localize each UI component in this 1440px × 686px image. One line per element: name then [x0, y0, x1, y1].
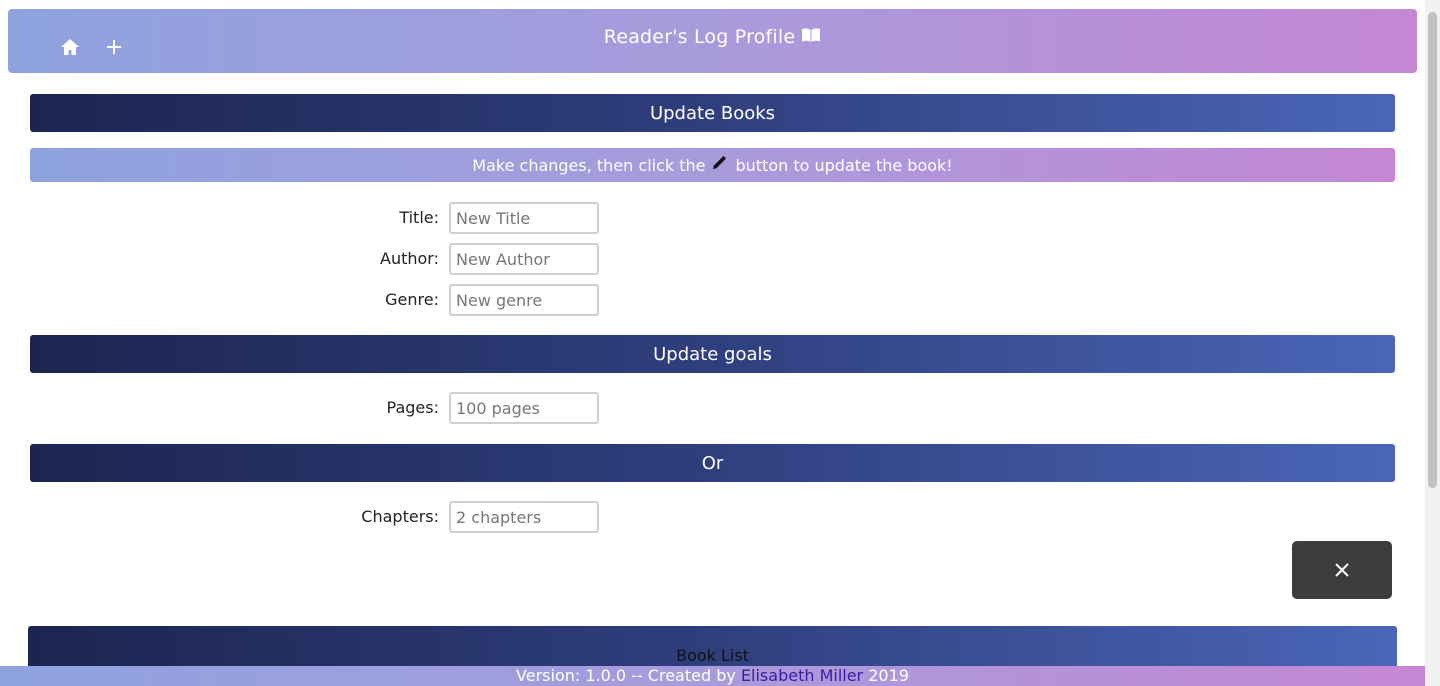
footer-version-text: Version: 1.0.0 -- Created by — [516, 666, 736, 685]
chapters-label: Chapters: — [361, 507, 439, 526]
chapters-input[interactable] — [449, 501, 599, 533]
or-divider: Or — [30, 444, 1395, 482]
pencil-icon — [711, 153, 729, 171]
update-goals-title: Update goals — [653, 343, 772, 365]
instruction-prefix: Make changes, then click the — [472, 155, 706, 175]
book-list-title: Book List — [676, 646, 749, 665]
update-goals-header: Update goals — [30, 335, 1395, 373]
pages-label: Pages: — [386, 398, 439, 417]
footer-year: 2019 — [868, 666, 909, 685]
update-books-header: Update Books — [30, 94, 1395, 132]
or-text: Or — [701, 452, 724, 474]
chapters-field-row: Chapters: — [0, 501, 700, 533]
open-book-icon — [801, 26, 821, 48]
genre-field-row: Genre: — [0, 284, 700, 316]
close-icon — [1334, 562, 1350, 578]
page-title: Reader's Log Profile — [8, 26, 1417, 48]
author-field-row: Author: — [0, 243, 700, 275]
footer-author-link[interactable]: Elisabeth Miller — [741, 666, 863, 685]
pages-field-row: Pages: — [0, 392, 700, 424]
genre-label: Genre: — [385, 290, 439, 309]
author-input[interactable] — [449, 243, 599, 275]
close-button[interactable] — [1292, 541, 1392, 599]
title-field-row: Title: — [0, 202, 700, 234]
author-label: Author: — [380, 249, 439, 268]
title-input[interactable] — [449, 202, 599, 234]
instruction-banner: Make changes, then click the button to u… — [30, 148, 1395, 182]
instruction-suffix: button to update the book! — [735, 155, 953, 175]
footer: Version: 1.0.0 -- Created by Elisabeth M… — [0, 666, 1425, 686]
scrollbar-thumb[interactable] — [1428, 12, 1437, 488]
genre-input[interactable] — [449, 284, 599, 316]
top-navbar: Reader's Log Profile — [8, 9, 1417, 73]
title-label: Title: — [399, 208, 439, 227]
update-books-title: Update Books — [649, 102, 776, 124]
pages-input[interactable] — [449, 392, 599, 424]
page-title-text: Reader's Log Profile — [603, 26, 796, 48]
vertical-scrollbar[interactable] — [1425, 0, 1440, 686]
